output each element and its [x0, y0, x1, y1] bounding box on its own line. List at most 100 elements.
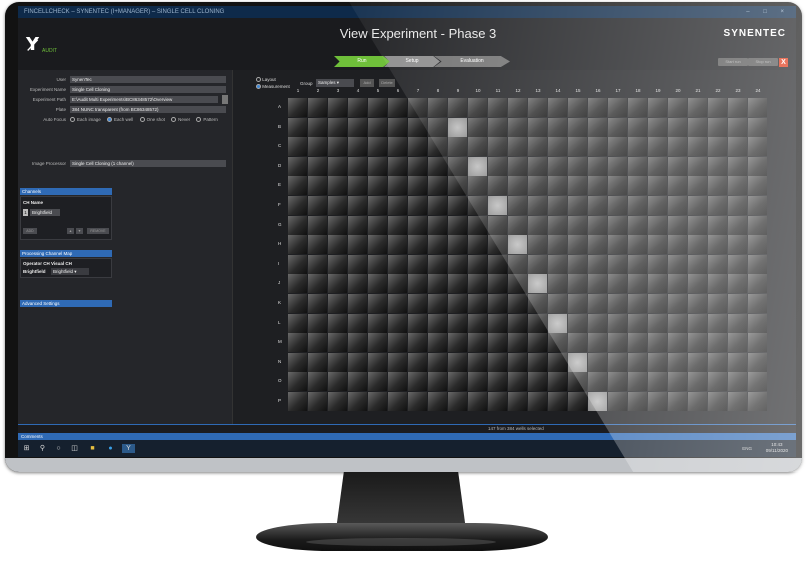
well[interactable] [388, 156, 407, 176]
well[interactable] [328, 392, 347, 411]
well[interactable] [468, 196, 487, 215]
well[interactable] [708, 235, 727, 255]
well[interactable] [588, 196, 607, 215]
well[interactable] [308, 294, 327, 313]
well[interactable] [628, 313, 647, 333]
well[interactable] [448, 372, 467, 392]
well[interactable] [288, 254, 307, 274]
well[interactable] [488, 352, 507, 372]
well[interactable] [708, 333, 727, 353]
well[interactable] [308, 333, 327, 353]
well[interactable] [748, 392, 767, 411]
well[interactable] [668, 372, 687, 392]
well[interactable] [748, 372, 767, 392]
well[interactable] [708, 156, 727, 176]
experiment-path-field[interactable]: E:\Audit Multi Experiments\BC86348572\Ov… [70, 96, 218, 103]
well[interactable] [348, 254, 367, 274]
well[interactable] [708, 274, 727, 294]
browse-button[interactable] [222, 95, 228, 104]
well[interactable] [488, 333, 507, 353]
well[interactable] [468, 274, 487, 294]
well[interactable] [408, 352, 427, 372]
well[interactable] [548, 215, 567, 235]
well[interactable] [368, 196, 387, 215]
well[interactable] [648, 254, 667, 274]
well[interactable] [328, 294, 347, 313]
well[interactable] [408, 156, 427, 176]
well[interactable] [428, 392, 447, 411]
user-field[interactable]: SynenTec [70, 76, 226, 83]
well[interactable] [568, 117, 587, 137]
well[interactable] [588, 254, 607, 274]
well[interactable] [368, 235, 387, 255]
well[interactable] [488, 254, 507, 274]
visual-channel-select[interactable]: Brightfield ▾ [51, 268, 89, 275]
well[interactable] [468, 333, 487, 353]
well[interactable] [308, 117, 327, 137]
well[interactable] [388, 352, 407, 372]
well[interactable] [408, 294, 427, 313]
well[interactable] [288, 372, 307, 392]
well[interactable] [448, 215, 467, 235]
well[interactable] [688, 274, 707, 294]
well[interactable] [628, 176, 647, 196]
well[interactable] [348, 372, 367, 392]
well[interactable] [348, 196, 367, 215]
well[interactable] [348, 274, 367, 294]
channel-map-section-header[interactable]: Processing Channel Map [20, 250, 112, 257]
well[interactable] [308, 98, 327, 117]
well[interactable] [508, 352, 527, 372]
well[interactable] [488, 392, 507, 411]
well[interactable] [308, 176, 327, 196]
well[interactable] [708, 372, 727, 392]
well[interactable] [668, 196, 687, 215]
well[interactable] [388, 254, 407, 274]
task-view-icon[interactable]: ◫ [70, 444, 79, 453]
well[interactable] [448, 333, 467, 353]
well[interactable] [528, 392, 547, 411]
well[interactable] [448, 254, 467, 274]
well[interactable] [568, 372, 587, 392]
well[interactable] [648, 176, 667, 196]
well[interactable] [508, 274, 527, 294]
well[interactable] [588, 176, 607, 196]
well[interactable] [368, 156, 387, 176]
well[interactable] [528, 235, 547, 255]
well[interactable] [408, 333, 427, 353]
well[interactable] [388, 313, 407, 333]
well[interactable] [568, 156, 587, 176]
well[interactable] [528, 333, 547, 353]
well[interactable] [748, 117, 767, 137]
well[interactable] [688, 117, 707, 137]
well[interactable] [568, 235, 587, 255]
well[interactable] [408, 196, 427, 215]
close-icon[interactable]: X [779, 58, 788, 67]
well[interactable] [748, 98, 767, 117]
well[interactable] [448, 117, 467, 137]
well[interactable] [288, 313, 307, 333]
well[interactable] [508, 392, 527, 411]
well[interactable] [728, 352, 747, 372]
well[interactable] [568, 313, 587, 333]
well[interactable] [348, 313, 367, 333]
well[interactable] [328, 117, 347, 137]
well[interactable] [708, 352, 727, 372]
well[interactable] [388, 215, 407, 235]
remove-channel-button[interactable]: REMOVE [87, 228, 109, 234]
well[interactable] [448, 156, 467, 176]
well[interactable] [608, 215, 627, 235]
well[interactable] [688, 156, 707, 176]
well[interactable] [288, 137, 307, 157]
well[interactable] [348, 156, 367, 176]
well[interactable] [428, 98, 447, 117]
well[interactable] [648, 372, 667, 392]
well[interactable] [568, 333, 587, 353]
well[interactable] [688, 372, 707, 392]
well[interactable] [548, 392, 567, 411]
well[interactable] [308, 137, 327, 157]
well[interactable] [748, 352, 767, 372]
well[interactable] [288, 98, 307, 117]
well[interactable] [468, 98, 487, 117]
well[interactable] [428, 274, 447, 294]
well[interactable] [588, 235, 607, 255]
